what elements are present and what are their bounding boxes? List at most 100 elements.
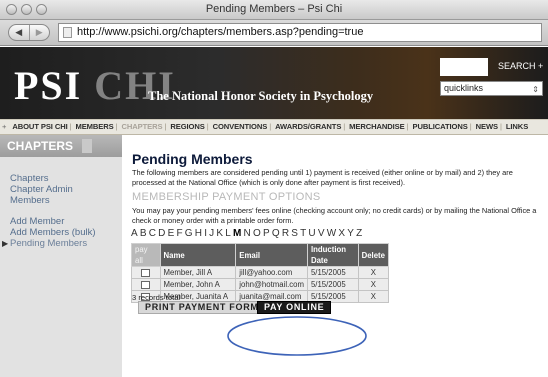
induction-date: 5/15/2005: [306, 266, 359, 279]
sidebar-item-chapter-admin[interactable]: Chapter Admin: [10, 184, 96, 195]
alphabet-letter[interactable]: L: [225, 228, 233, 239]
sidebar-heading-label: CHAPTERS: [7, 139, 74, 153]
alphabet-letter[interactable]: S: [291, 228, 300, 239]
search-input[interactable]: [440, 58, 488, 76]
sidebar-item-add-member[interactable]: Add Member: [10, 216, 96, 227]
pay-checkbox-cell: [131, 278, 161, 291]
alphabet-letter[interactable]: E: [168, 228, 177, 239]
alphabet-letter[interactable]: Y: [347, 228, 356, 239]
address-bar[interactable]: http://www.psichi.org/chapters/members.a…: [58, 23, 542, 42]
current-page-arrow-icon: ▶: [2, 239, 9, 248]
alphabet-letter[interactable]: U: [308, 228, 317, 239]
back-button[interactable]: ◀: [9, 25, 29, 40]
sidebar-item-add-members-bulk[interactable]: Add Members (bulk): [10, 227, 96, 238]
sidebar-item-members[interactable]: Members: [10, 195, 96, 206]
intro-text: The following members are considered pen…: [132, 168, 513, 187]
sidebar-heading: CHAPTERS: [0, 135, 122, 157]
name-header: Name: [159, 243, 237, 267]
alphabet-letter[interactable]: P: [263, 228, 272, 239]
alphabet-letter[interactable]: Q: [272, 228, 282, 239]
alphabet-letter[interactable]: F: [176, 228, 184, 239]
member-name: Member, Jill A: [159, 266, 237, 279]
pay-all-header[interactable]: pay all: [131, 243, 161, 267]
alphabet-letter[interactable]: K: [216, 228, 225, 239]
alphabet-letter[interactable]: Z: [356, 228, 364, 239]
nav-separator: |: [115, 122, 118, 131]
alphabet-letter[interactable]: A: [131, 228, 140, 239]
member-name: Member, John A: [159, 278, 237, 291]
window-titlebar: Pending Members – Psi Chi: [0, 0, 548, 20]
nav-separator: |: [469, 122, 472, 131]
delete-button[interactable]: X: [357, 266, 390, 279]
email-header: Email: [235, 243, 308, 267]
page-icon: [63, 27, 72, 38]
member-email: jill@yahoo.com: [235, 266, 308, 279]
payment-options-heading: MEMBERSHIP PAYMENT OPTIONS: [132, 191, 321, 203]
pay-checkbox[interactable]: [141, 268, 151, 277]
nav-item-links[interactable]: LINKS: [506, 122, 528, 131]
member-email: john@hotmail.com: [235, 278, 308, 291]
alphabet-filter: ABCDEFGHIJKLMNOPQRSTUVWXYZ: [131, 228, 364, 239]
quicklinks-select[interactable]: quicklinks ⇕: [440, 81, 543, 96]
alphabet-letter[interactable]: W: [327, 228, 339, 239]
payment-options-text: You may pay your pending members' fees o…: [132, 206, 537, 225]
alphabet-letter[interactable]: J: [209, 228, 216, 239]
nav-item-members[interactable]: MEMBERS: [75, 122, 113, 131]
alphabet-letter[interactable]: M: [233, 228, 244, 239]
alphabet-letter[interactable]: T: [300, 228, 308, 239]
sidebar-item-pending-members[interactable]: ▶ Pending Members: [2, 238, 96, 249]
alphabet-letter[interactable]: X: [338, 228, 347, 239]
alphabet-letter[interactable]: H: [195, 228, 204, 239]
sidebar-item-pending-members-label: Pending Members: [10, 238, 88, 249]
nav-item-merchandise[interactable]: MERCHANDISE: [349, 122, 405, 131]
nav-item-chapters[interactable]: CHAPTERS: [122, 122, 163, 131]
induction-date: 5/15/2005: [306, 278, 359, 291]
nav-item-news[interactable]: NEWS: [476, 122, 498, 131]
history-nav: ◀ ▶: [8, 24, 50, 41]
sidebar-item-chapters[interactable]: Chapters: [10, 173, 96, 184]
delete-button[interactable]: X: [357, 278, 390, 291]
nav-item-publications[interactable]: PUBLICATIONS: [413, 122, 468, 131]
logo-psi: PSI: [14, 63, 83, 108]
nav-lead-marker: +: [2, 122, 7, 131]
sidebar: CHAPTERS Chapters Chapter Admin Members …: [0, 135, 122, 377]
nav-separator: |: [406, 122, 409, 131]
delete-button[interactable]: X: [357, 290, 390, 303]
alphabet-letter[interactable]: V: [318, 228, 327, 239]
nav-separator: |: [499, 122, 502, 131]
nav-item-regions[interactable]: REGIONS: [170, 122, 204, 131]
main-nav: + ABOUT PSI CHI | MEMBERS | CHAPTERS | REGI…: [0, 119, 548, 135]
nav-separator: |: [69, 122, 72, 131]
alphabet-letter[interactable]: N: [244, 228, 253, 239]
window-title: Pending Members – Psi Chi: [205, 3, 343, 15]
pay-online-button[interactable]: PAY ONLINE: [257, 301, 332, 314]
print-payment-form-button[interactable]: PRINT PAYMENT FORM: [138, 301, 266, 314]
nav-item-conventions[interactable]: CONVENTIONS: [213, 122, 268, 131]
alphabet-letter[interactable]: D: [158, 228, 167, 239]
delete-header: Delete: [357, 243, 390, 267]
alphabet-letter[interactable]: O: [253, 228, 263, 239]
nav-separator: |: [343, 122, 346, 131]
nav-item-awards[interactable]: AWARDS/GRANTS: [275, 122, 341, 131]
pay-checkbox-cell: [131, 266, 161, 279]
search-button[interactable]: SEARCH +: [498, 61, 543, 71]
pay-checkbox[interactable]: [141, 280, 151, 289]
nav-separator: |: [206, 122, 209, 131]
main-content: Pending Members The following members ar…: [131, 135, 548, 377]
table-row: Member, John A john@hotmail.com 5/15/200…: [131, 278, 390, 291]
site-banner: PSI CHI The National Honor Society in Ps…: [0, 47, 548, 119]
forward-button[interactable]: ▶: [28, 25, 50, 40]
nav-item-about[interactable]: ABOUT PSI CHI: [12, 122, 67, 131]
alphabet-letter[interactable]: R: [282, 228, 291, 239]
browser-toolbar: ◀ ▶ http://www.psichi.org/chapters/membe…: [0, 20, 548, 46]
alphabet-letter[interactable]: B: [140, 228, 149, 239]
table-row: Member, Jill A jill@yahoo.com 5/15/2005 …: [131, 266, 390, 279]
sidebar-gap: [10, 206, 96, 216]
alphabet-letter[interactable]: G: [185, 228, 195, 239]
alphabet-letter[interactable]: C: [149, 228, 158, 239]
nav-separator: |: [269, 122, 272, 131]
site-tagline: The National Honor Society in Psychology: [148, 89, 374, 103]
nav-separator: |: [164, 122, 167, 131]
address-text: http://www.psichi.org/chapters/members.a…: [77, 26, 364, 38]
sidebar-heading-tab: [82, 139, 92, 153]
